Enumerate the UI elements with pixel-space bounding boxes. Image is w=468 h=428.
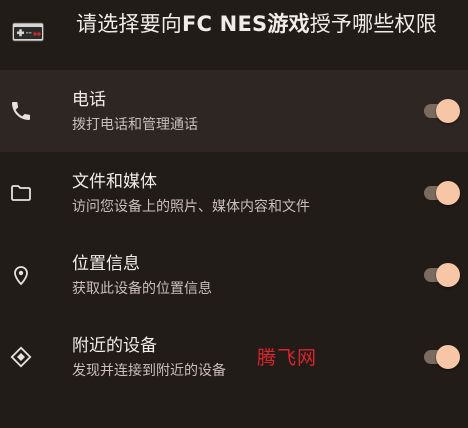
title-prefix: 请选择要向	[76, 12, 182, 36]
nes-controller-icon	[12, 22, 44, 42]
location-pin-icon	[14, 266, 28, 286]
toggle-thumb	[436, 345, 460, 369]
dialog-header: 请选择要向FC NES游戏授予哪些权限	[0, 0, 468, 62]
permission-description: 获取此设备的位置信息	[72, 281, 212, 297]
permission-label: 文件和媒体	[72, 172, 157, 192]
location-permission-toggle[interactable]	[424, 263, 460, 287]
dialog-title: 请选择要向FC NES游戏授予哪些权限	[76, 9, 461, 39]
watermark: 腾飞网	[257, 347, 318, 369]
title-suffix: 授予哪些权限	[309, 12, 437, 36]
permission-row-files-media[interactable]: 文件和媒体 访问您设备上的照片、媒体内容和文件	[0, 152, 468, 234]
permission-description: 拨打电话和管理通话	[72, 117, 198, 133]
toggle-thumb	[436, 99, 460, 123]
permission-label: 电话	[72, 90, 106, 110]
permission-label: 附近的设备	[72, 336, 157, 356]
toggle-thumb	[436, 263, 460, 287]
phone-icon	[12, 102, 30, 120]
permission-label: 位置信息	[72, 254, 140, 274]
nearby-devices-permission-toggle[interactable]	[424, 345, 460, 369]
permission-description: 访问您设备上的照片、媒体内容和文件	[72, 199, 310, 215]
files-media-permission-toggle[interactable]	[424, 181, 460, 205]
phone-permission-toggle[interactable]	[424, 99, 460, 123]
permission-row-location[interactable]: 位置信息 获取此设备的位置信息	[0, 234, 468, 316]
permission-list: 电话 拨打电话和管理通话 文件和媒体 访问您设备上的照片、媒体内容和文件 位置信…	[0, 70, 468, 398]
title-app-name: FC NES游戏	[182, 12, 310, 36]
folder-icon	[11, 185, 31, 201]
permission-row-nearby-devices[interactable]: 附近的设备 发现并连接到附近的设备	[0, 316, 468, 398]
toggle-thumb	[436, 181, 460, 205]
nearby-devices-icon	[10, 346, 32, 368]
permission-description: 发现并连接到附近的设备	[72, 363, 226, 379]
permission-row-phone[interactable]: 电话 拨打电话和管理通话	[0, 70, 468, 152]
